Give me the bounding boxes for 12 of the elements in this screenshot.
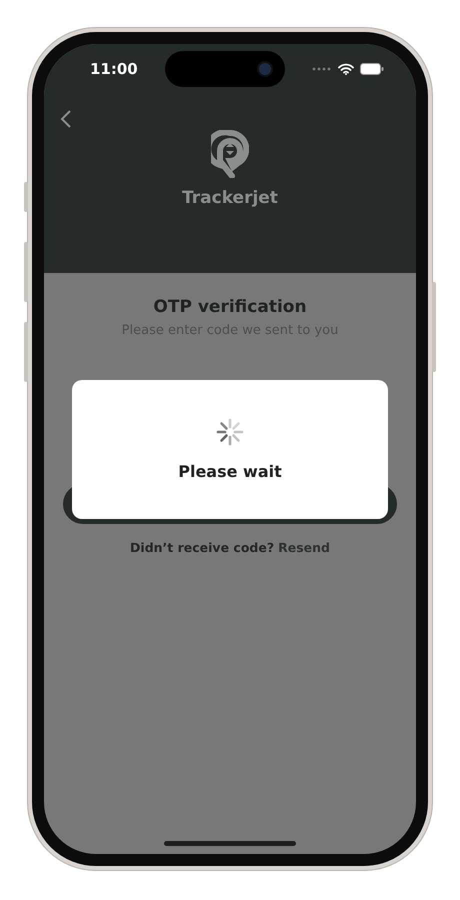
- signal-icon: [312, 67, 332, 71]
- loading-spinner-icon: [216, 418, 244, 446]
- back-icon[interactable]: [60, 110, 72, 128]
- brand-name: Trackerjet: [182, 188, 278, 208]
- dialog-message: Please wait: [178, 462, 282, 481]
- otp-title: OTP verification: [153, 297, 307, 317]
- resend-prompt: Didn’t receive code?: [130, 540, 274, 555]
- status-time: 11:00: [90, 60, 138, 78]
- battery-icon: [360, 63, 384, 75]
- resend-link[interactable]: Resend: [278, 540, 330, 555]
- location-pin-logo-icon: [211, 130, 249, 178]
- wifi-icon: [338, 63, 354, 75]
